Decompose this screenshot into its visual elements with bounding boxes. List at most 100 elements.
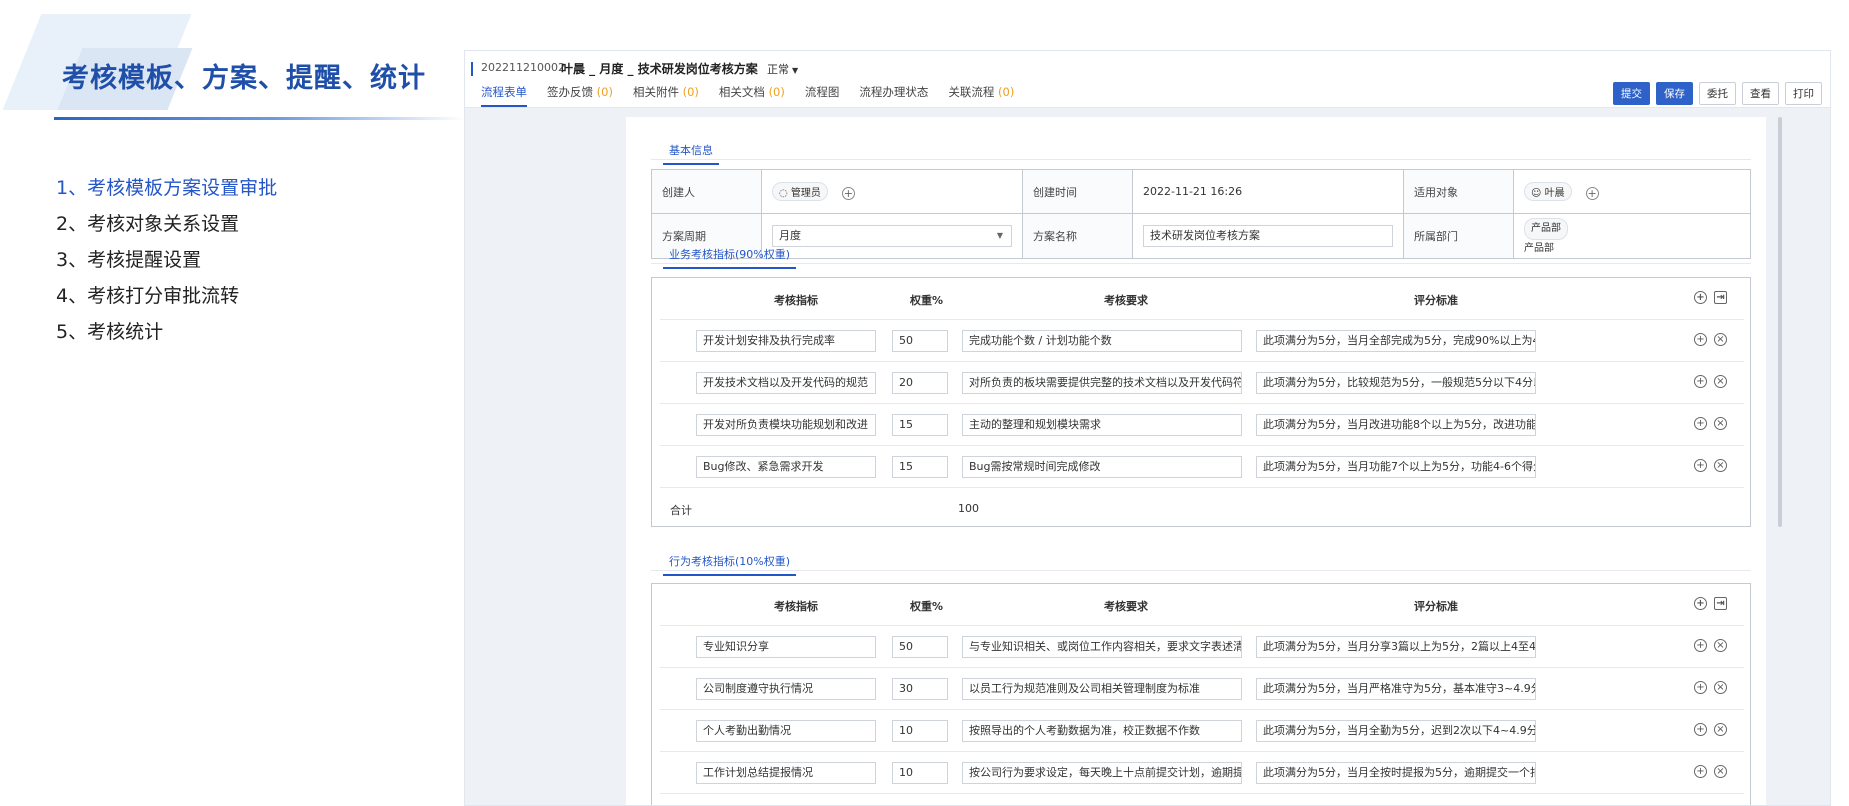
- dept-chip[interactable]: 产品部: [1524, 218, 1568, 240]
- tab-attachments[interactable]: 相关附件 (0): [633, 84, 699, 107]
- tab-count: (0): [768, 85, 785, 99]
- indicator-input[interactable]: 开发计划安排及执行完成率: [696, 330, 876, 352]
- requirement-input[interactable]: 主动的整理和规划模块需求: [962, 414, 1242, 436]
- indicator-input[interactable]: 个人考勤出勤情况: [696, 720, 876, 742]
- menu-item-relation[interactable]: 2、考核对象关系设置: [56, 206, 277, 242]
- indicator-input[interactable]: 开发对所负责模块功能规划和改进: [696, 414, 876, 436]
- indicator-input[interactable]: 开发技术文档以及开发代码的规范: [696, 372, 876, 394]
- standard-input[interactable]: 此项满分为5分，当月全按时提报为5分，逾期提交一个扣两分扣完为: [1256, 762, 1536, 784]
- standard-input[interactable]: 此项满分为5分，当月改进功能8个以上为5分，改进功能4-7个得分4: [1256, 414, 1536, 436]
- tab-flowchart[interactable]: 流程图: [805, 84, 840, 107]
- status-dropdown[interactable]: 正常 ▼: [767, 61, 798, 77]
- add-row-icon[interactable]: +: [1694, 375, 1707, 388]
- tab-documents[interactable]: 相关文档 (0): [719, 84, 785, 107]
- requirement-input[interactable]: 以员工行为规范准则及公司相关管理制度为标准: [962, 678, 1242, 700]
- add-target-icon[interactable]: +: [1585, 186, 1599, 200]
- standard-input[interactable]: 此项满分为5分，当月分享3篇以上为5分，2篇以上4至4.9分，其余4: [1256, 636, 1536, 658]
- add-row-icon[interactable]: +: [1694, 417, 1707, 430]
- menu-item-scoring-flow[interactable]: 4、考核打分审批流转: [56, 278, 277, 314]
- indicator-input[interactable]: 工作计划总结提报情况: [696, 762, 876, 784]
- remove-row-icon[interactable]: ×: [1714, 765, 1727, 778]
- section-divider: [651, 159, 1751, 160]
- requirement-input[interactable]: 按照导出的个人考勤数据为准，校正数据不作数: [962, 720, 1242, 742]
- dept-chip[interactable]: 产品部: [1524, 243, 1554, 254]
- weight-input[interactable]: 50: [892, 330, 948, 352]
- add-row-icon[interactable]: +: [1694, 765, 1707, 778]
- creator-chip[interactable]: ◌ 管理员: [772, 182, 828, 201]
- menu-item-statistics[interactable]: 5、考核统计: [56, 314, 277, 350]
- table-header: 考核指标 权重% 考核要求 评分标准 + ⇥: [660, 278, 1744, 320]
- tab-label: 关联流程: [948, 85, 995, 99]
- remove-row-icon[interactable]: ×: [1714, 417, 1727, 430]
- add-row-icon[interactable]: +: [1694, 333, 1707, 346]
- standard-input[interactable]: 此项满分为5分，比较规范为5分，一般规范5分以下4分以上，其余4: [1256, 372, 1536, 394]
- print-button[interactable]: 打印: [1785, 82, 1822, 105]
- remove-row-icon[interactable]: ×: [1714, 333, 1727, 346]
- indicator-input[interactable]: Bug修改、紧急需求开发: [696, 456, 876, 478]
- col-weight: 权重%: [910, 294, 944, 307]
- save-button[interactable]: 保存: [1656, 82, 1693, 105]
- weight-input[interactable]: 10: [892, 762, 948, 784]
- target-name: 叶晨: [1544, 188, 1565, 199]
- plan-code: 202211210002: [481, 61, 565, 74]
- remove-row-icon[interactable]: ×: [1714, 681, 1727, 694]
- tab-label: 流程办理状态: [859, 85, 929, 99]
- table-header: 考核指标 权重% 考核要求 评分标准 + ⇥: [660, 584, 1744, 626]
- import-icon[interactable]: ⇥: [1714, 597, 1727, 610]
- remove-row-icon[interactable]: ×: [1714, 459, 1727, 472]
- delegate-button[interactable]: 委托: [1699, 82, 1736, 105]
- tab-count: (0): [998, 85, 1015, 99]
- add-creator-icon[interactable]: +: [841, 186, 855, 200]
- requirement-input[interactable]: 完成功能个数 / 计划功能个数: [962, 330, 1242, 352]
- plan-name-cell: 技术研发岗位考核方案: [1132, 213, 1404, 259]
- requirement-input[interactable]: 按公司行为要求设定，每天晚上十点前提交计划，逾期提交一个扣两: [962, 762, 1242, 784]
- add-row-icon[interactable]: +: [1694, 291, 1707, 304]
- weight-input[interactable]: 30: [892, 678, 948, 700]
- remove-row-icon[interactable]: ×: [1714, 375, 1727, 388]
- target-chip[interactable]: ☺ 叶晨: [1524, 182, 1572, 201]
- menu-item-template-approval[interactable]: 1、考核模板方案设置审批: [56, 170, 277, 206]
- tab-related-process[interactable]: 关联流程 (0): [948, 84, 1014, 107]
- requirement-input[interactable]: 对所负责的板块需要提供完整的技术文档以及开发代码符合规范: [962, 372, 1242, 394]
- add-row-icon[interactable]: +: [1694, 723, 1707, 736]
- weight-input[interactable]: 10: [892, 720, 948, 742]
- header-accent: [471, 62, 473, 76]
- add-row-icon[interactable]: +: [1694, 459, 1707, 472]
- scrollbar[interactable]: [1778, 117, 1782, 527]
- add-row-icon[interactable]: +: [1694, 639, 1707, 652]
- standard-input[interactable]: 此项满分为5分，当月功能7个以上为5分，功能4-6个得分4-4.9分，3: [1256, 456, 1536, 478]
- indicator-input[interactable]: 专业知识分享: [696, 636, 876, 658]
- caret-down-icon: ▼: [792, 66, 799, 75]
- weight-input[interactable]: 50: [892, 636, 948, 658]
- remove-row-icon[interactable]: ×: [1714, 723, 1727, 736]
- weight-input[interactable]: 20: [892, 372, 948, 394]
- weight-input[interactable]: 15: [892, 414, 948, 436]
- plan-name-input[interactable]: 技术研发岗位考核方案: [1143, 225, 1393, 247]
- created-time: 2022-11-21 16:26: [1132, 169, 1404, 214]
- business-indicator-table: 考核指标 权重% 考核要求 评分标准 + ⇥ 开发计划安排及执行完成率 50 完…: [651, 277, 1751, 527]
- submit-button[interactable]: 提交: [1613, 82, 1650, 105]
- standard-input[interactable]: 此项满分为5分，当月全勤为5分，迟到2次以下4~4.9分，2次以上: [1256, 720, 1536, 742]
- standard-input[interactable]: 此项满分为5分，当月全部完成为5分，完成90%以上为4分，其余4分: [1256, 330, 1536, 352]
- requirement-input[interactable]: 与专业知识相关、或岗位工作内容相关，要求文字表述清晰，符合逻: [962, 636, 1242, 658]
- add-row-icon[interactable]: +: [1694, 597, 1707, 610]
- created-label: 创建时间: [1022, 169, 1133, 214]
- remove-row-icon[interactable]: ×: [1714, 639, 1727, 652]
- view-button[interactable]: 查看: [1742, 82, 1779, 105]
- requirement-input[interactable]: Bug需按常规时间完成修改: [962, 456, 1242, 478]
- menu-item-reminder[interactable]: 3、考核提醒设置: [56, 242, 277, 278]
- cycle-select[interactable]: 月度 ▼: [772, 225, 1012, 247]
- cycle-value: 月度: [779, 229, 801, 242]
- tab-form[interactable]: 流程表单: [481, 84, 527, 107]
- import-icon[interactable]: ⇥: [1714, 291, 1727, 304]
- tab-process-status[interactable]: 流程办理状态: [859, 84, 928, 107]
- indicator-input[interactable]: 公司制度遵守执行情况: [696, 678, 876, 700]
- creator-label: 创建人: [651, 169, 762, 214]
- slide-menu: 1、考核模板方案设置审批 2、考核对象关系设置 3、考核提醒设置 4、考核打分审…: [56, 170, 277, 350]
- add-row-icon[interactable]: +: [1694, 681, 1707, 694]
- standard-input[interactable]: 此项满分为5分，当月严格准守为5分，基本准守3~4.9分，其余3分以: [1256, 678, 1536, 700]
- table-row: Bug修改、紧急需求开发 15 Bug需按常规时间完成修改 此项满分为5分，当月…: [660, 446, 1744, 488]
- tab-feedback[interactable]: 签办反馈 (0): [547, 84, 613, 107]
- table-row: 开发计划安排及执行完成率 50 完成功能个数 / 计划功能个数 此项满分为5分，…: [660, 320, 1744, 362]
- weight-input[interactable]: 15: [892, 456, 948, 478]
